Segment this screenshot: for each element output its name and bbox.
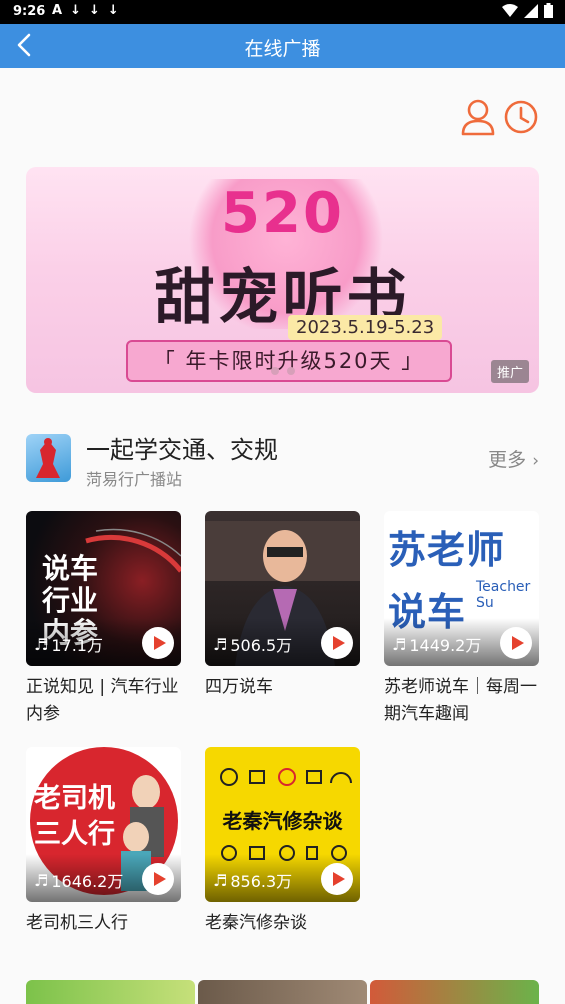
play-count-value: 1449.2万 (409, 636, 482, 655)
peek-cover (26, 980, 195, 1004)
program-name: 苏老师说车｜每周一期汽车趣闻 (384, 677, 537, 724)
play-count: ♬ 856.3万 (213, 868, 292, 892)
section-title: 一起学交通、交规 (86, 436, 278, 464)
notification-icons: A ↓ ↓ ↓ (52, 3, 119, 18)
cover-title: 老秦汽修杂谈 (222, 809, 343, 833)
program-name: 正说知见 | 汽车行业内参 (26, 677, 179, 724)
play-count: ♬ 17.1万 (34, 632, 103, 656)
program-cover: 说车行业内参 ♬17.1万 (26, 511, 181, 666)
peek-cover (198, 980, 367, 1004)
app-notification-icon: A (52, 3, 63, 18)
play-count: ♬ 506.5万 (213, 632, 292, 656)
promo-banner[interactable]: 520 甜宠听书 2023.5.19-5.23 「 年卡限时升级520天 」 推… (26, 167, 539, 393)
download-icon: ↓ (107, 3, 119, 18)
cover-subtitle: Teacher Su (476, 579, 531, 611)
headphones-icon: ♬ (34, 634, 49, 654)
banner-520: 520 (221, 181, 344, 246)
section-subtitle: 菏易行广播站 (86, 470, 183, 489)
section-header: 一起学交通、交规 菏易行广播站 更多 › (26, 430, 541, 490)
headphones-icon: ♬ (213, 870, 228, 890)
banner-slogan: 甜宠听书 (154, 263, 411, 333)
status-time: 9:26 (13, 4, 46, 19)
headphones-icon: ♬ (213, 634, 228, 654)
carousel-dots (271, 367, 295, 375)
chevron-right-icon: › (532, 451, 539, 471)
play-count: ♬ 1449.2万 (392, 632, 481, 656)
program-name: 老秦汽修杂谈 (205, 913, 307, 933)
play-count: ♬ 1646.2万 (34, 868, 123, 892)
program-cover: 苏老师说车 Teacher Su ♬ 1449.2万 (384, 511, 539, 666)
app-bar: 在线广播 (0, 24, 565, 68)
headphones-icon: ♬ (34, 870, 49, 890)
play-count-value: 17.1万 (51, 636, 103, 655)
next-section-peek (26, 980, 539, 1004)
program-name: 四万说车 (205, 677, 273, 697)
ad-badge: 推广 (490, 360, 529, 383)
carousel-dot (287, 367, 295, 375)
program-name: 老司机三人行 (26, 913, 128, 933)
battery-icon (544, 3, 553, 18)
play-button[interactable] (142, 863, 174, 895)
play-count-value: 1646.2万 (51, 872, 124, 891)
user-icon[interactable] (460, 98, 496, 136)
cover-title: 老司机三人行 (34, 783, 115, 850)
download-icon: ↓ (88, 3, 100, 18)
program-cover: 老司机三人行 ♬ 1646.2万 (26, 747, 181, 902)
program-cover: 老秦汽修杂谈 ♬ 856.3万 (205, 747, 360, 902)
wifi-icon (502, 3, 518, 17)
page-title: 在线广播 (244, 38, 321, 60)
history-clock-icon[interactable] (503, 98, 539, 136)
play-button[interactable] (321, 627, 353, 659)
headphones-icon: ♬ (392, 634, 407, 654)
program-cover: ♬ 506.5万 (205, 511, 360, 666)
station-logo (26, 434, 71, 482)
banner-date: 2023.5.19-5.23 (288, 315, 443, 340)
play-count-value: 856.3万 (230, 872, 293, 891)
signal-icon (524, 3, 538, 18)
download-icon: ↓ (70, 3, 81, 18)
status-bar: 9:26 A ↓ ↓ ↓ (0, 0, 565, 24)
play-count-value: 506.5万 (230, 636, 293, 655)
more-link[interactable]: 更多 › (488, 445, 539, 472)
more-label: 更多 (488, 449, 527, 471)
play-button[interactable] (321, 863, 353, 895)
play-button[interactable] (500, 627, 532, 659)
peek-cover (370, 980, 539, 1004)
carousel-dot (271, 367, 279, 375)
banner-offer: 「 年卡限时升级520天 」 (126, 340, 452, 382)
play-button[interactable] (142, 627, 174, 659)
